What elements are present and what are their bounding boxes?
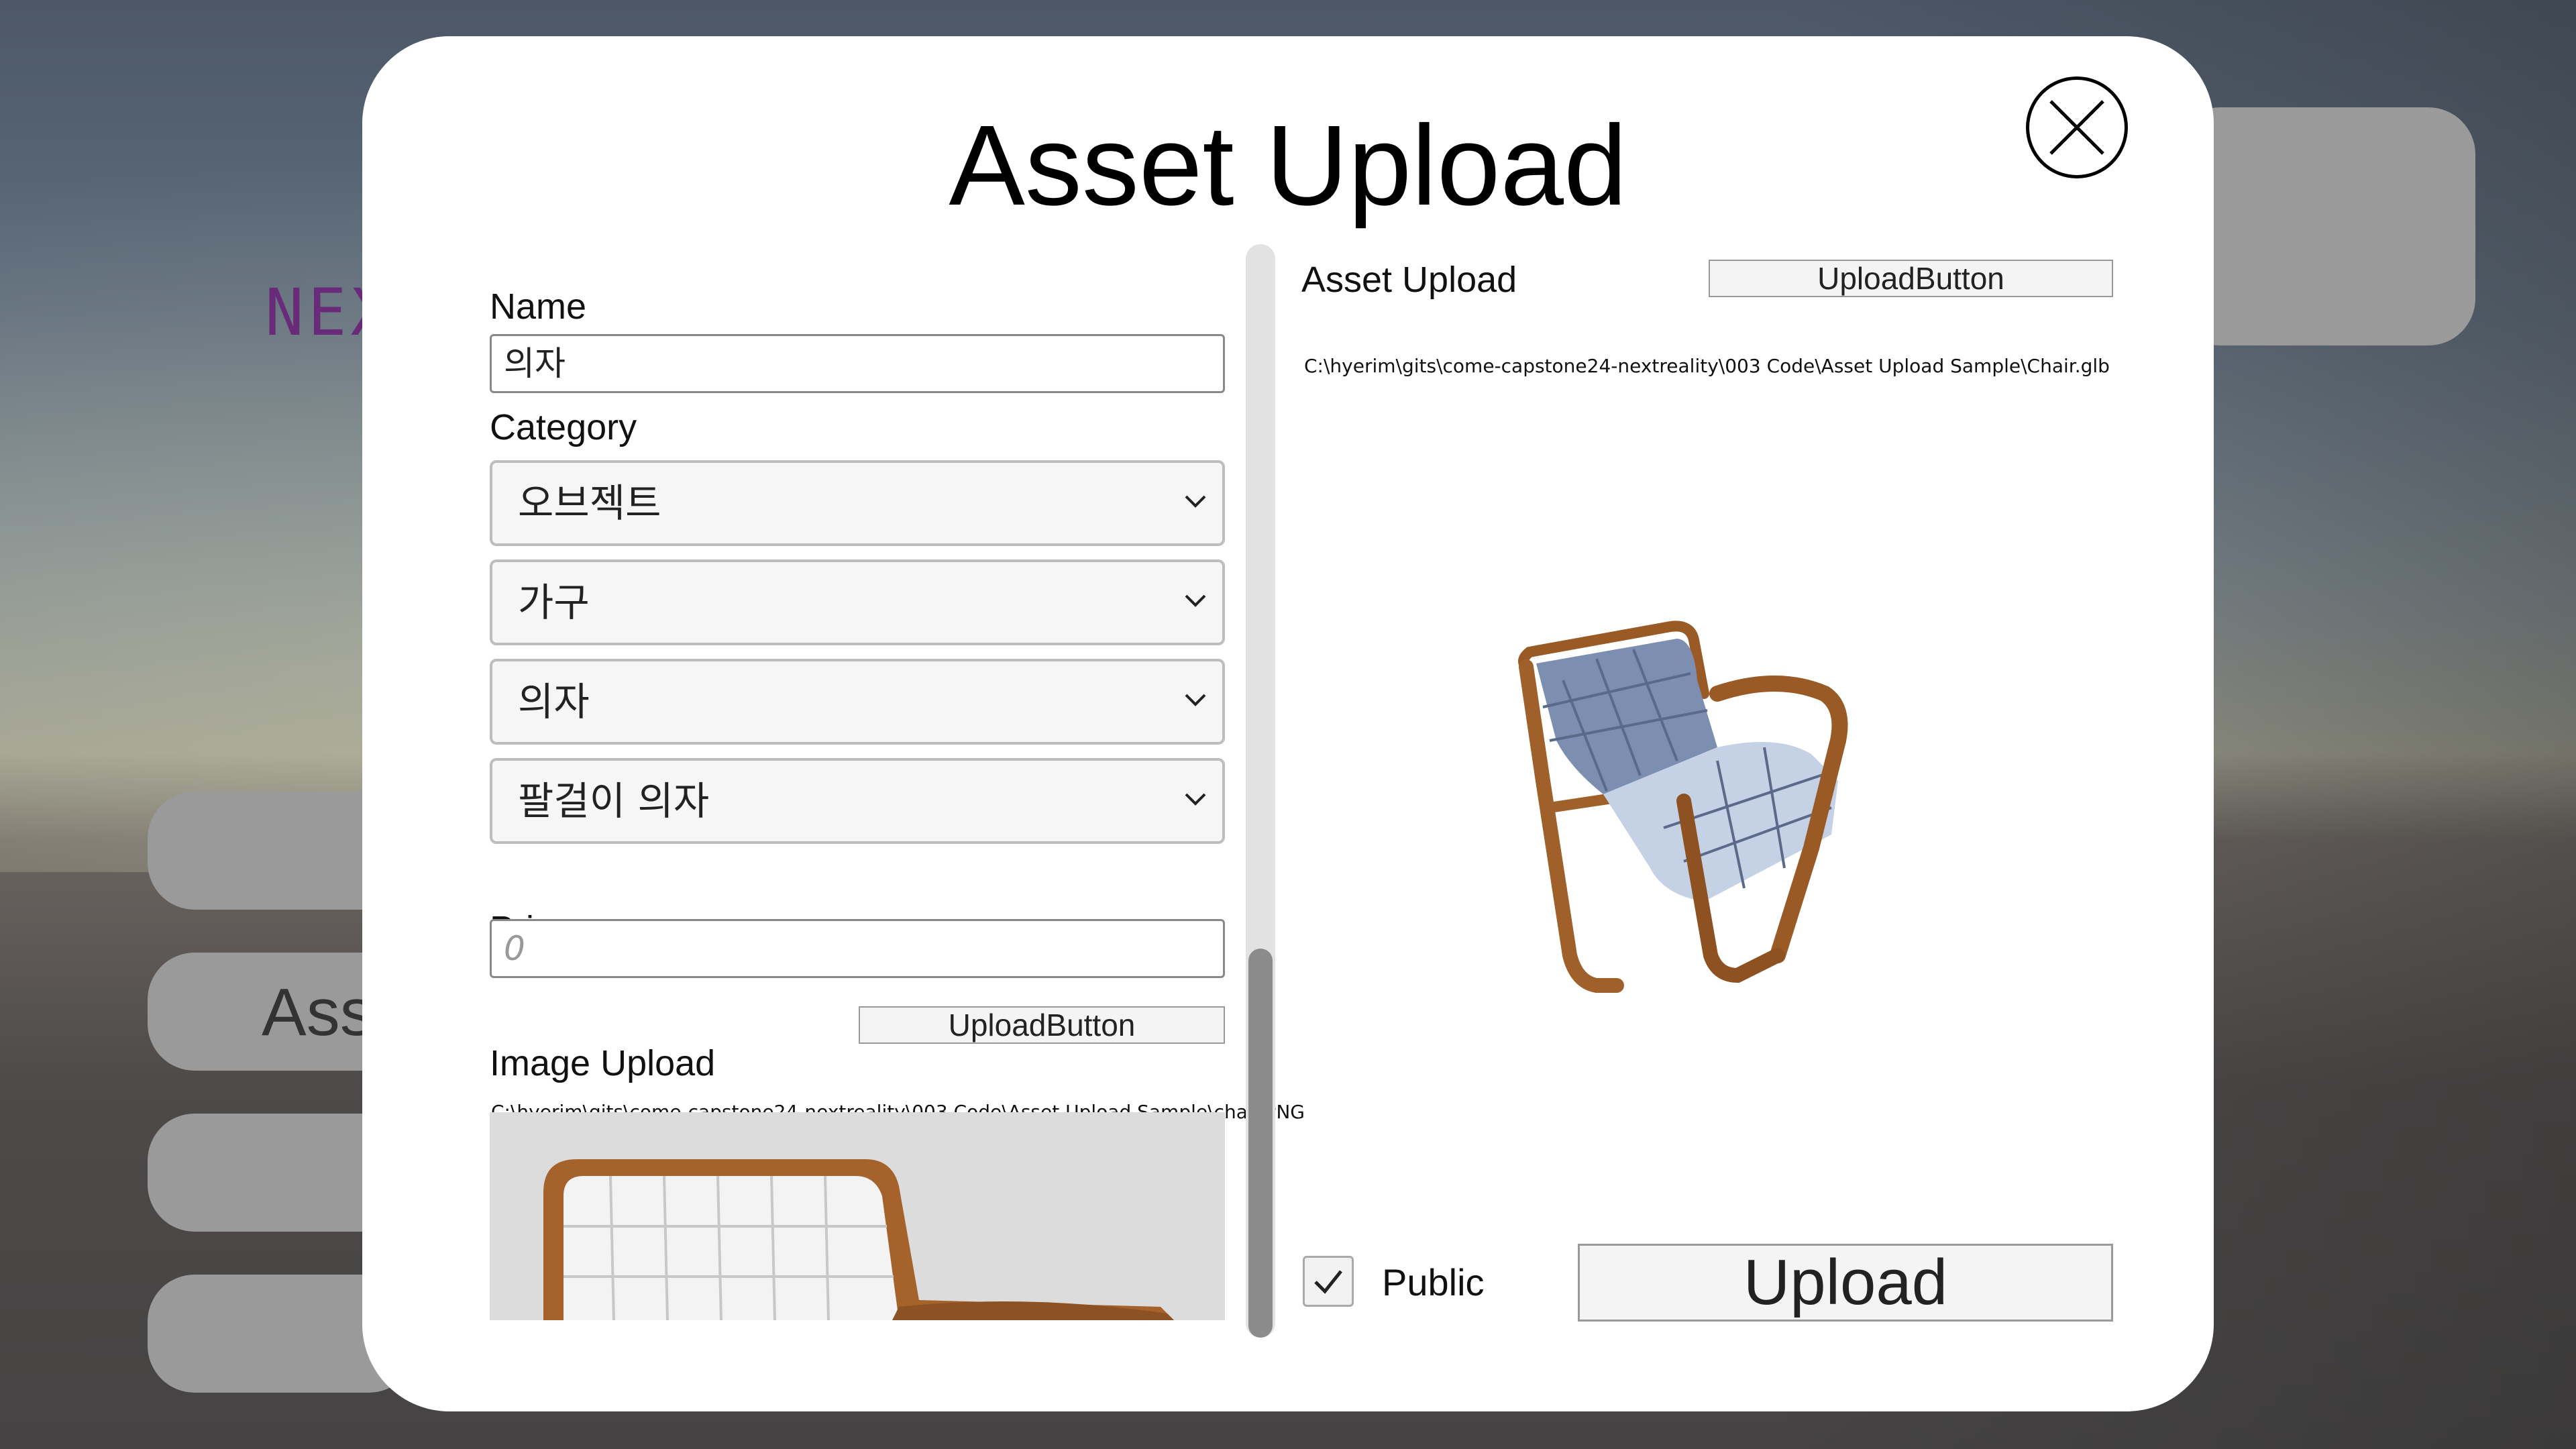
image-upload-button[interactable]: UploadButton [859, 1006, 1225, 1044]
modal-title: Asset Upload [949, 102, 1627, 229]
category-dropdown-3[interactable]: 의자 [490, 659, 1225, 745]
form-scrollbar-thumb[interactable] [1248, 949, 1273, 1338]
asset-path-text: C:\hyerim\gits\come-capstone24-nextreali… [1304, 355, 2110, 377]
category-dropdown-2-value: 가구 [518, 580, 590, 625]
category-dropdown-3-value: 의자 [518, 679, 590, 724]
chevron-down-icon [1185, 694, 1206, 706]
price-input[interactable]: 0 [490, 919, 1225, 978]
close-button[interactable] [2026, 76, 2128, 178]
category-dropdown-1-value: 오브젝트 [518, 480, 661, 526]
image-preview [490, 1112, 1225, 1320]
chevron-down-icon [1185, 495, 1206, 508]
category-dropdown-4-value: 팔걸이 의자 [518, 778, 710, 824]
upload-button[interactable]: Upload [1578, 1244, 2113, 1322]
public-label: Public [1382, 1261, 1485, 1303]
close-x-icon [2049, 100, 2104, 155]
chevron-down-icon [1185, 594, 1206, 607]
category-dropdown-4[interactable]: 팔걸이 의자 [490, 758, 1225, 844]
public-checkbox[interactable] [1303, 1256, 1354, 1307]
category-dropdown-2[interactable]: 가구 [490, 559, 1225, 645]
chair-image-thumbnail [490, 1112, 1225, 1320]
background-menu-button-2-label: Ass [262, 975, 374, 1050]
category-label: Category [490, 407, 637, 447]
asset-upload-button[interactable]: UploadButton [1709, 260, 2113, 297]
checkmark-icon [1314, 1270, 1342, 1294]
chevron-down-icon [1185, 793, 1206, 806]
category-dropdown-1[interactable]: 오브젝트 [490, 460, 1225, 546]
name-label: Name [490, 286, 587, 327]
asset-upload-label: Asset Upload [1301, 260, 1517, 300]
background-info-box [2174, 107, 2475, 345]
name-input[interactable]: 의자 [490, 334, 1225, 393]
asset-upload-modal: Asset Upload Name 의자 Category 오브젝트 가구 의자… [362, 36, 2214, 1411]
chair-model-preview [1518, 621, 1848, 993]
image-upload-label: Image Upload [490, 1043, 716, 1083]
